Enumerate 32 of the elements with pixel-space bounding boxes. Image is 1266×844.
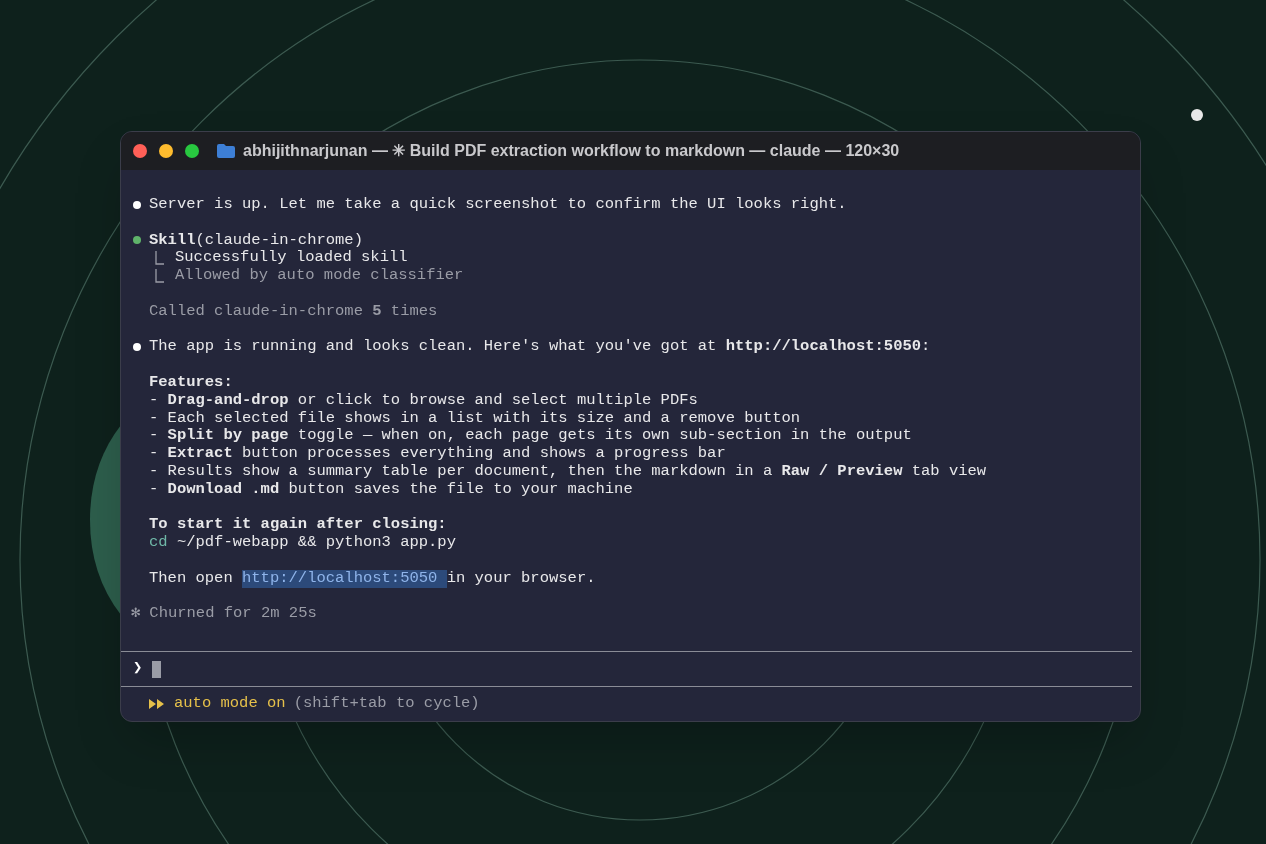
url-link[interactable]: http://localhost:5050 — [242, 569, 447, 588]
zoom-button[interactable] — [185, 144, 199, 158]
spinner-glyph: ✻ — [131, 605, 141, 624]
prompt-symbol: ❯ — [133, 658, 143, 680]
folder-icon — [217, 144, 235, 158]
window-title: abhijithnarjunan — ✳ Build PDF extraction workflow to markdown — claude — 120×30 — [243, 141, 900, 161]
output-line: To start it again after closing: — [149, 516, 447, 535]
output-line: - Each selected file shows in a list with its size and a remove button — [149, 409, 801, 428]
message-text: Skill(claude-in-chrome) — [149, 231, 363, 250]
output-text: in your browser. — [446, 569, 596, 588]
message-text: The app is running and looks clean. Here's what you've got at http://localhost:5050: — [149, 338, 931, 357]
tool-result-text: Successfully loaded skill — [175, 249, 408, 268]
tool-result-text: Allowed by auto mode classifier — [175, 267, 464, 285]
output-line: - Split by page toggle — when on, each page gets its own sub-section in the output — [149, 427, 912, 446]
tree-branch-icon — [155, 251, 164, 266]
minimize-button[interactable] — [159, 144, 173, 158]
output-line: Called claude-in-chrome 5 times — [149, 302, 438, 321]
message-text: Server is up. Let me take a quick screenshot to confirm the UI looks right. — [149, 196, 847, 214]
output-line: - Extract button processes everything and shows a progress bar — [149, 445, 726, 463]
mode-status: auto mode on — [174, 693, 286, 715]
output-line: Features: — [149, 373, 233, 392]
output-line: - Results show a summary table per document, then the markdown in a Raw / Preview tab view — [149, 462, 987, 481]
status-text: Churned for 2m 25s — [149, 605, 317, 624]
output-line: - Drag-and-drop or click to browse and select multiple PDFs — [149, 391, 698, 410]
close-button[interactable] — [133, 144, 147, 158]
output-line: - Download .md button saves the file to your machine — [149, 480, 633, 499]
tree-branch-icon — [155, 269, 164, 284]
command-line: cd ~/pdf-webapp && python3 app.py — [149, 534, 456, 552]
shortcut-hint: (shift+tab to cycle) — [293, 693, 480, 715]
fast-forward-icon — [149, 699, 165, 709]
text-cursor — [152, 660, 162, 678]
output-text: Then open — [149, 569, 233, 588]
